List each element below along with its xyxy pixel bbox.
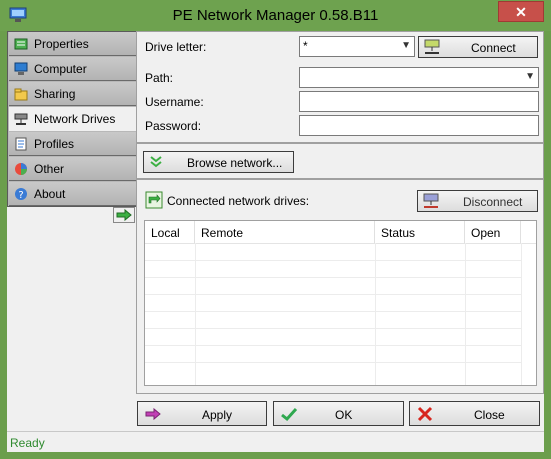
sidebar: Properties Computer Sharing Network Driv… xyxy=(7,31,138,207)
drive-letter-value: * xyxy=(303,39,308,53)
ok-button[interactable]: OK xyxy=(273,401,404,426)
username-label: Username: xyxy=(145,95,204,109)
sidebar-item-about[interactable]: ? About xyxy=(9,182,136,206)
double-chevron-down-icon xyxy=(150,156,162,168)
apply-button[interactable]: Apply xyxy=(137,401,267,426)
connect-label: Connect xyxy=(471,41,516,55)
network-drive-icon xyxy=(14,113,28,125)
chevron-down-icon: ▼ xyxy=(525,71,535,82)
column-header-remote[interactable]: Remote xyxy=(195,221,375,243)
sidebar-item-label: Computer xyxy=(34,62,87,76)
computer-icon xyxy=(14,62,28,75)
connected-drives-panel: Connected network drives: Disconnect Loc… xyxy=(136,179,544,394)
sidebar-item-label: Network Drives xyxy=(34,112,116,126)
apply-label: Apply xyxy=(202,408,233,422)
connected-drives-label: Connected network drives: xyxy=(167,194,310,208)
browse-network-button[interactable]: Browse network... xyxy=(143,151,294,173)
client-area: Properties Computer Sharing Network Driv… xyxy=(7,31,544,452)
column-gridline xyxy=(195,243,196,385)
close-button[interactable]: Close xyxy=(409,401,540,426)
drive-form-panel: Drive letter: * ▼ Connect Path: ▼ Userna… xyxy=(136,31,544,143)
close-label: Close xyxy=(474,408,505,422)
connected-drives-table[interactable]: Local Remote Status Open xyxy=(144,220,537,386)
path-label: Path: xyxy=(145,71,174,85)
arrow-right-icon xyxy=(145,407,161,421)
connect-icon xyxy=(424,39,440,54)
sidebar-item-computer[interactable]: Computer xyxy=(9,57,136,81)
refresh-icon[interactable] xyxy=(145,191,163,209)
status-text: Ready xyxy=(10,436,45,450)
sidebar-item-profiles[interactable]: Profiles xyxy=(9,132,136,156)
connect-button[interactable]: Connect xyxy=(418,36,538,58)
sidebar-item-network-drives[interactable]: Network Drives xyxy=(9,107,138,131)
password-label: Password: xyxy=(145,119,202,133)
sidebar-item-label: Sharing xyxy=(34,87,76,101)
browse-panel: Browse network... xyxy=(136,143,544,179)
other-icon xyxy=(15,163,27,175)
column-header-open[interactable]: Open xyxy=(465,221,521,243)
close-icon xyxy=(417,406,433,422)
drive-letter-select[interactable]: * ▼ xyxy=(299,36,415,57)
disconnect-button[interactable]: Disconnect xyxy=(417,190,538,212)
disconnect-icon xyxy=(423,193,439,208)
status-bar: Ready xyxy=(7,431,544,452)
checkmark-icon xyxy=(281,407,298,422)
close-icon: ✕ xyxy=(515,4,527,20)
app-window: PE Network Manager 0.58.B11 ✕ Properties… xyxy=(0,0,551,459)
column-header-local[interactable]: Local xyxy=(145,221,195,243)
sidebar-item-label: Profiles xyxy=(34,137,75,151)
sharing-icon xyxy=(14,88,28,101)
sidebar-item-sharing[interactable]: Sharing xyxy=(9,82,136,106)
browse-network-label: Browse network... xyxy=(187,156,283,170)
properties-icon xyxy=(14,38,28,50)
column-gridline xyxy=(521,243,522,385)
sidebar-item-properties[interactable]: Properties xyxy=(9,32,136,56)
profiles-icon xyxy=(15,137,27,151)
window-title: PE Network Manager 0.58.B11 xyxy=(172,7,379,24)
drive-letter-label: Drive letter: xyxy=(145,40,207,54)
password-field[interactable] xyxy=(299,115,539,136)
username-field[interactable] xyxy=(299,91,539,112)
about-icon: ? xyxy=(15,188,27,201)
window-close-button[interactable]: ✕ xyxy=(498,1,544,22)
arrow-right-icon xyxy=(116,208,132,222)
expand-sidebar-button[interactable] xyxy=(113,207,135,223)
column-header-status[interactable]: Status xyxy=(375,221,465,243)
column-gridline xyxy=(375,243,376,385)
header-divider xyxy=(145,243,536,244)
sidebar-item-label: Properties xyxy=(34,37,89,51)
ok-label: OK xyxy=(335,408,353,422)
sidebar-item-other[interactable]: Other xyxy=(9,157,136,181)
sidebar-item-label: About xyxy=(34,187,66,201)
disconnect-label: Disconnect xyxy=(463,195,523,209)
column-gridline xyxy=(465,243,466,385)
path-combo[interactable]: ▼ xyxy=(299,67,539,88)
chevron-down-icon: ▼ xyxy=(401,40,411,51)
sidebar-item-label: Other xyxy=(34,162,65,176)
title-bar[interactable]: PE Network Manager 0.58.B11 ✕ xyxy=(0,0,551,31)
svg-text:?: ? xyxy=(18,190,23,201)
